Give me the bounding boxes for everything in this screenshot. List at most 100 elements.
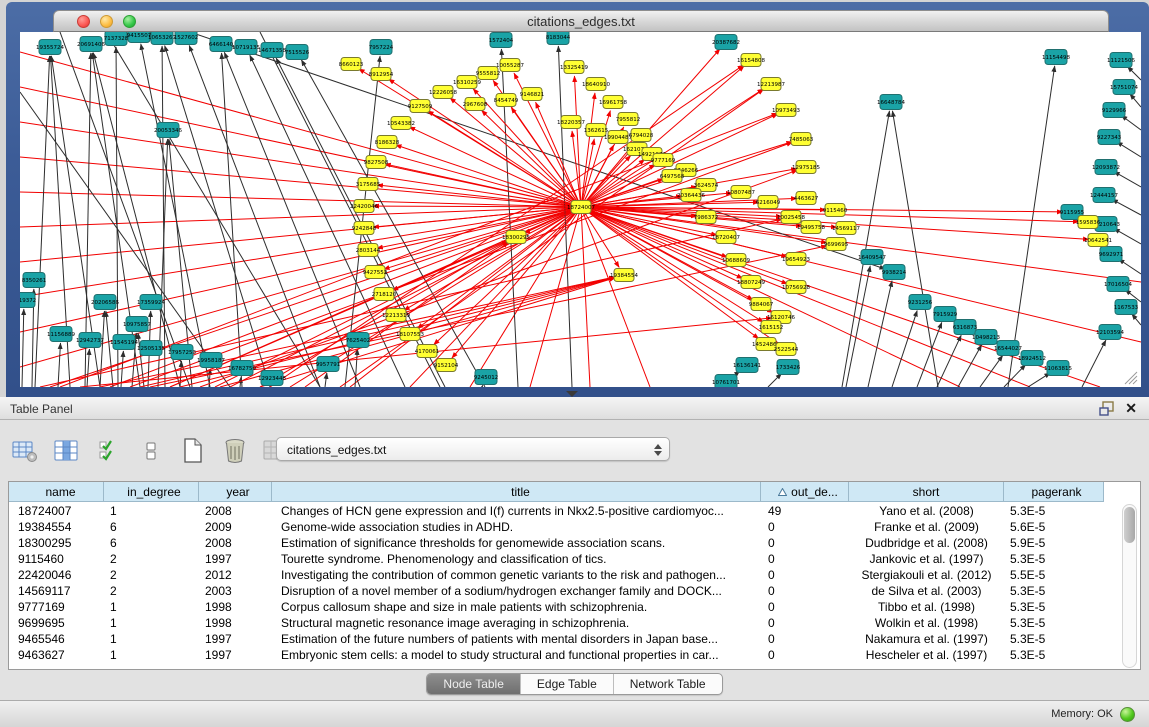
column-header-pagerank[interactable]: pagerank (1004, 482, 1104, 502)
table-cell[interactable]: 2009 (199, 519, 272, 535)
table-cell[interactable]: de Silva et al. (2003) (849, 583, 1004, 599)
table-cell[interactable]: 1 (104, 647, 199, 663)
table-settings-icon[interactable] (10, 437, 40, 465)
table-selector[interactable]: citations_edges.txt (276, 437, 670, 461)
table-cell[interactable]: Dudbridge et al. (2008) (849, 535, 1004, 551)
column-header-in-degree[interactable]: in_degree (104, 482, 199, 502)
close-panel-icon[interactable]: ✕ (1125, 400, 1137, 417)
table-cell[interactable]: Franke et al. (2009) (849, 519, 1004, 535)
table-row[interactable]: 1456911722003Disruption of a novel membe… (9, 583, 1104, 599)
table-cell[interactable]: 22420046 (9, 567, 104, 583)
table-cell[interactable]: Changes of HCN gene expression and I(f) … (272, 503, 761, 519)
table-cell[interactable]: Tourette syndrome. Phenomenology and cla… (272, 551, 761, 567)
table-cell[interactable]: 1997 (199, 551, 272, 567)
new-table-icon[interactable] (178, 437, 208, 465)
table-cell[interactable]: 9699695 (9, 615, 104, 631)
table-cell[interactable]: 1 (104, 631, 199, 647)
table-cell[interactable]: Estimation of significance thresholds fo… (272, 535, 761, 551)
tab-node-table[interactable]: Node Table (427, 674, 520, 694)
table-cell[interactable]: 49 (761, 503, 849, 519)
table-row[interactable]: 1872400712008Changes of HCN gene express… (9, 503, 1104, 519)
table-cell[interactable]: 6 (104, 519, 199, 535)
table-cell[interactable]: Tibbo et al. (1998) (849, 599, 1004, 615)
select-columns-icon[interactable] (94, 437, 124, 465)
table-cell[interactable]: 5.3E-5 (1004, 615, 1104, 631)
table-cell[interactable]: 2008 (199, 503, 272, 519)
table-row[interactable]: 1938455462009Genome-wide association stu… (9, 519, 1104, 535)
column-header-year[interactable]: year (199, 482, 272, 502)
table-cell[interactable]: 5.3E-5 (1004, 583, 1104, 599)
table-row[interactable]: 911546021997Tourette syndrome. Phenomeno… (9, 551, 1104, 567)
table-cell[interactable]: Nakamura et al. (1997) (849, 631, 1004, 647)
splitter-handle-icon[interactable] (566, 391, 578, 397)
table-cell[interactable]: Investigating the contribution of common… (272, 567, 761, 583)
delete-table-icon[interactable] (220, 437, 250, 465)
table-cell[interactable]: 0 (761, 551, 849, 567)
table-cell[interactable]: Embryonic stem cells: a model to study s… (272, 647, 761, 663)
table-cell[interactable]: 9777169 (9, 599, 104, 615)
table-cell[interactable]: 6 (104, 535, 199, 551)
table-cell[interactable]: 2012 (199, 567, 272, 583)
table-cell[interactable]: 0 (761, 615, 849, 631)
table-cell[interactable]: Hescheler et al. (1997) (849, 647, 1004, 663)
table-cell[interactable]: 5.6E-5 (1004, 519, 1104, 535)
table-cell[interactable]: 2008 (199, 535, 272, 551)
table-cell[interactable]: Genome-wide association studies in ADHD. (272, 519, 761, 535)
table-cell[interactable]: 2 (104, 567, 199, 583)
table-cell[interactable]: Estimation of the future numbers of pati… (272, 631, 761, 647)
table-cell[interactable]: 1997 (199, 647, 272, 663)
table-cell[interactable]: 5.3E-5 (1004, 503, 1104, 519)
table-cell[interactable]: 1997 (199, 631, 272, 647)
table-cell[interactable]: 1998 (199, 615, 272, 631)
table-cell[interactable]: 9465546 (9, 631, 104, 647)
table-cell[interactable]: 2 (104, 551, 199, 567)
table-cell[interactable]: 9115460 (9, 551, 104, 567)
table-cell[interactable]: Structural magnetic resonance image aver… (272, 615, 761, 631)
tab-network-table[interactable]: Network Table (613, 674, 722, 694)
table-cell[interactable]: Jankovic et al. (1997) (849, 551, 1004, 567)
table-cell[interactable]: 1998 (199, 599, 272, 615)
tab-edge-table[interactable]: Edge Table (520, 674, 613, 694)
table-cell[interactable]: Stergiakouli et al. (2012) (849, 567, 1004, 583)
table-cell[interactable]: 1 (104, 615, 199, 631)
table-cell[interactable]: 1 (104, 503, 199, 519)
vertical-scrollbar[interactable] (1122, 504, 1137, 668)
table-cell[interactable]: 0 (761, 647, 849, 663)
column-header-out-degree[interactable]: out_de... (761, 482, 849, 502)
table-row[interactable]: 969969511998Structural magnetic resonanc… (9, 615, 1104, 631)
table-cell[interactable]: 5.5E-5 (1004, 567, 1104, 583)
table-cell[interactable]: 2003 (199, 583, 272, 599)
table-row[interactable]: 946554611997Estimation of the future num… (9, 631, 1104, 647)
table-cell[interactable]: 5.3E-5 (1004, 599, 1104, 615)
table-row[interactable]: 946362711997Embryonic stem cells: a mode… (9, 647, 1104, 663)
table-cell[interactable]: Wolkin et al. (1998) (849, 615, 1004, 631)
table-cell[interactable]: Corpus callosum shape and size in male p… (272, 599, 761, 615)
column-header-title[interactable]: title (272, 482, 761, 502)
table-cell[interactable]: 5.3E-5 (1004, 631, 1104, 647)
table-cell[interactable]: 14569117 (9, 583, 104, 599)
table-cell[interactable]: 2 (104, 583, 199, 599)
table-cell[interactable]: Yano et al. (2008) (849, 503, 1004, 519)
row-height-icon[interactable] (136, 437, 166, 465)
table-cell[interactable]: 19384554 (9, 519, 104, 535)
table-row[interactable]: 1830029562008Estimation of significance … (9, 535, 1104, 551)
network-window-titlebar[interactable]: citations_edges.txt (53, 10, 1109, 32)
table-row[interactable]: 2242004622012Investigating the contribut… (9, 567, 1104, 583)
resize-grip-icon[interactable] (1123, 371, 1139, 385)
table-cell[interactable]: 0 (761, 631, 849, 647)
network-canvas[interactable]: 1872400719355724206914067137328941550710… (20, 32, 1141, 387)
table-cell[interactable]: 5.9E-5 (1004, 535, 1104, 551)
column-header-name[interactable]: name (9, 482, 104, 502)
table-row[interactable]: 977716911998Corpus callosum shape and si… (9, 599, 1104, 615)
table-cell[interactable]: Disruption of a novel member of a sodium… (272, 583, 761, 599)
column-header-short[interactable]: short (849, 482, 1004, 502)
table-cell[interactable]: 18724007 (9, 503, 104, 519)
show-columns-icon[interactable] (52, 437, 82, 465)
table-cell[interactable]: 9463627 (9, 647, 104, 663)
table-cell[interactable]: 5.3E-5 (1004, 551, 1104, 567)
table-cell[interactable]: 0 (761, 583, 849, 599)
table-cell[interactable]: 5.3E-5 (1004, 647, 1104, 663)
scrollbar-thumb[interactable] (1124, 507, 1135, 543)
table-cell[interactable]: 0 (761, 519, 849, 535)
table-cell[interactable]: 0 (761, 599, 849, 615)
